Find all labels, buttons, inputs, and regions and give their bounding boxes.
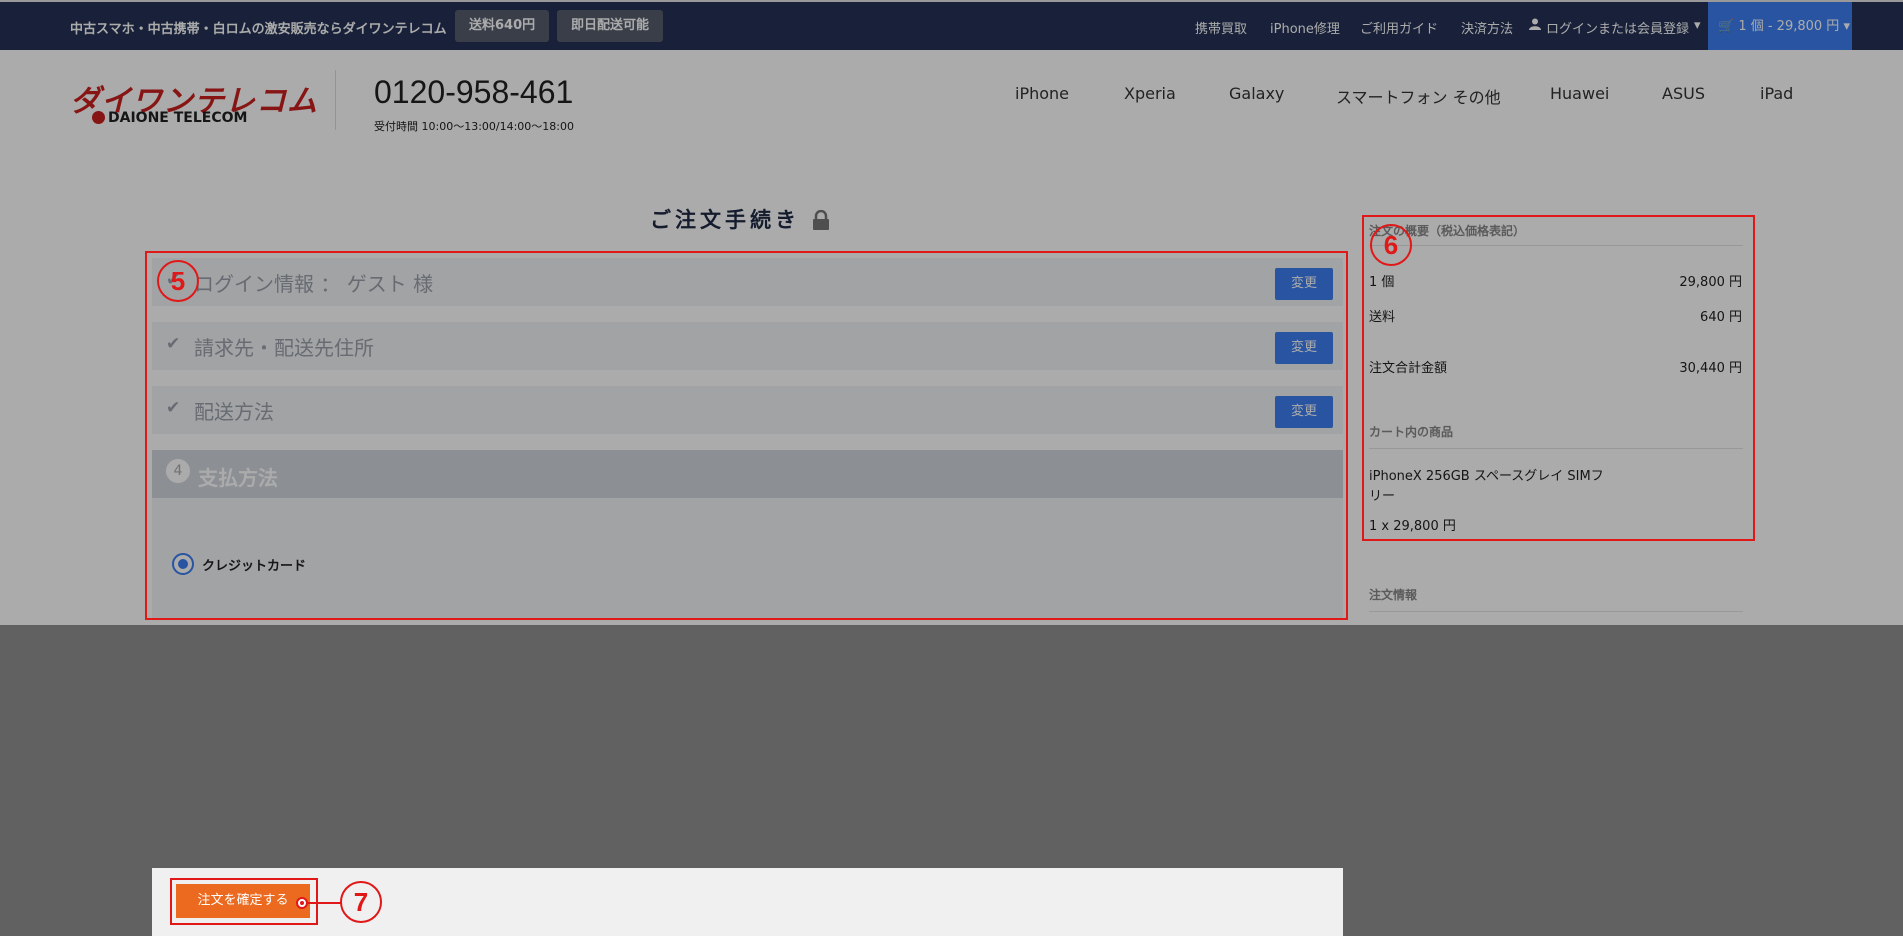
annotation-box-6 <box>1362 215 1755 541</box>
page-title: ご注文手続き <box>650 208 800 232</box>
annotation-leader-line <box>307 902 341 904</box>
annotation-number-5: 5 <box>157 260 199 302</box>
order-info-heading: 注文情報 <box>1369 588 1418 602</box>
annotation-number-6: 6 <box>1370 224 1412 266</box>
logo-mark-icon <box>92 111 105 124</box>
annotation-number-7: 7 <box>340 881 382 923</box>
nav-xperia[interactable]: Xperia <box>1124 84 1176 103</box>
divider <box>1369 611 1743 612</box>
user-icon <box>1529 18 1541 34</box>
topnav-guide[interactable]: ご利用ガイド <box>1360 18 1438 37</box>
cart-icon: 🛒 <box>1718 19 1735 34</box>
chevron-down-icon: ▾ <box>1694 18 1701 33</box>
nav-ipad[interactable]: iPad <box>1760 84 1793 103</box>
phone-number: 0120-958-461 <box>374 74 574 110</box>
instant-delivery-badge: 即日配送可能 <box>557 10 664 42</box>
annotation-box-5 <box>145 251 1348 620</box>
logo-subtext: DAIONE TELECOM <box>108 110 248 126</box>
nav-smartphone-other[interactable]: スマートフォン その他 <box>1336 84 1501 108</box>
lock-icon <box>812 209 830 230</box>
topnav-iphone-repair[interactable]: iPhone修理 <box>1270 18 1340 37</box>
site-header: ダイワンテレコム DAIONE TELECOM 0120-958-461 受付時… <box>0 50 1903 150</box>
nav-galaxy[interactable]: Galaxy <box>1229 84 1284 103</box>
login-link[interactable]: ログインまたは会員登録 <box>1546 18 1689 37</box>
topnav-payment[interactable]: 決済方法 <box>1461 18 1513 37</box>
cart-button[interactable]: 🛒 1 個 - 29,800 円 ▾ <box>1708 2 1852 52</box>
site-tagline: 中古スマホ・中古携帯・白ロムの激安販売ならダイワンテレコム <box>70 22 447 37</box>
shipping-fee-badge: 送料640円 <box>455 10 550 42</box>
top-bar: 中古スマホ・中古携帯・白ロムの激安販売ならダイワンテレコム 送料640円 即日配… <box>0 0 1903 52</box>
divider <box>335 70 336 130</box>
business-hours: 受付時間 10:00〜13:00/14:00〜18:00 <box>374 120 575 133</box>
nav-iphone[interactable]: iPhone <box>1015 84 1069 103</box>
nav-asus[interactable]: ASUS <box>1662 84 1705 103</box>
topnav-buyback[interactable]: 携帯買取 <box>1195 18 1247 37</box>
nav-huawei[interactable]: Huawei <box>1550 84 1609 103</box>
cart-summary: 1 個 - 29,800 円 <box>1738 19 1840 34</box>
chevron-down-icon: ▾ <box>1843 19 1850 34</box>
